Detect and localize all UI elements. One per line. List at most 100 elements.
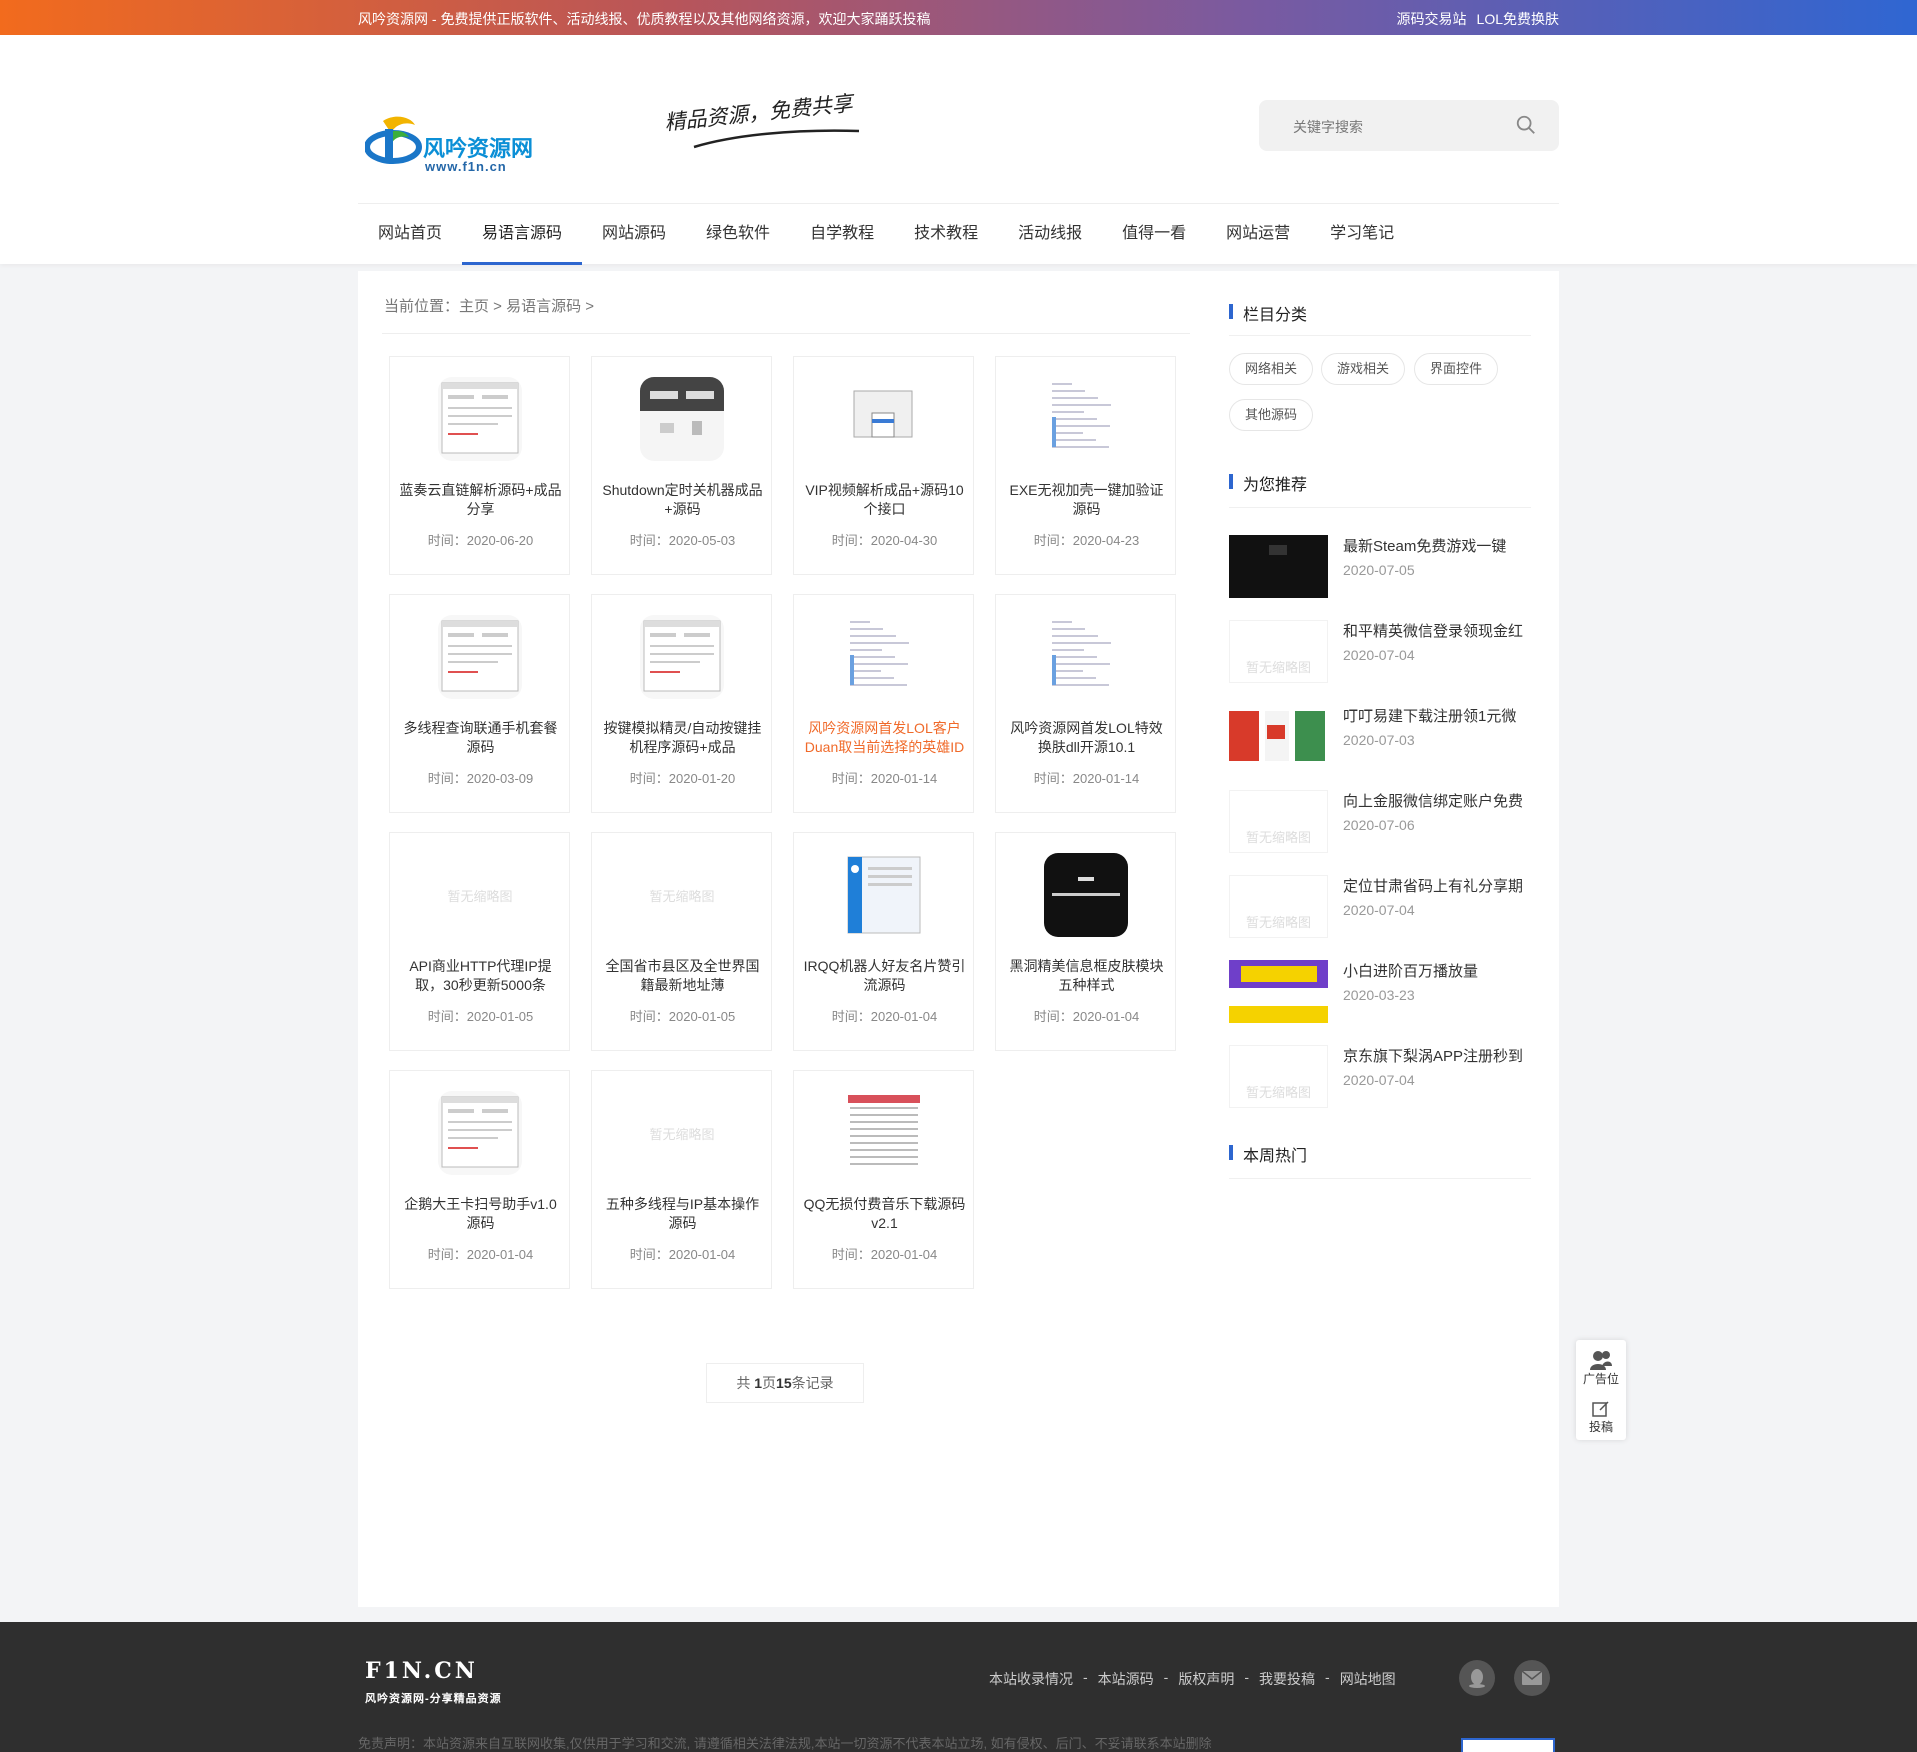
nav-item-4[interactable]: 自学教程: [790, 204, 894, 264]
recommend-title[interactable]: 小白进阶百万播放量: [1343, 960, 1531, 981]
post-card[interactable]: 暂无缩略图 五种多线程与IP基本操作源码 时间：2020-01-04: [591, 1070, 772, 1289]
post-title[interactable]: 企鹅大王卡扫号助手v1.0源码: [398, 1195, 563, 1233]
float-submit-button[interactable]: 投稿: [1576, 1400, 1626, 1435]
post-thumbnail[interactable]: [842, 615, 926, 699]
recommend-item[interactable]: 暂无缩略图 定位甘肃省码上有礼分享期 2020-07-04: [1229, 875, 1531, 943]
post-thumbnail[interactable]: [842, 853, 926, 937]
nav-item-1[interactable]: 易语言源码: [462, 204, 583, 265]
recommend-item[interactable]: 最新Steam免费游戏一键 2020-07-05: [1229, 535, 1531, 603]
recommend-item[interactable]: 暂无缩略图 向上金服微信绑定账户免费 2020-07-06: [1229, 790, 1531, 858]
post-card[interactable]: 风吟资源网首发LOL特效换肤dll开源10.1 时间：2020-01-14: [995, 594, 1176, 813]
slogan-swoosh: [693, 129, 860, 149]
post-title[interactable]: EXE无视加壳一键加验证源码: [1004, 481, 1169, 519]
nav-item-9[interactable]: 学习笔记: [1310, 204, 1414, 264]
post-title[interactable]: 蓝奏云直链解析源码+成品分享: [398, 481, 563, 519]
mail-icon[interactable]: [1514, 1660, 1550, 1696]
footer-link[interactable]: 我要投稿: [1259, 1669, 1315, 1689]
category-tag[interactable]: 界面控件: [1414, 353, 1499, 385]
post-title[interactable]: IRQQ机器人好友名片赞引流源码: [802, 957, 967, 995]
recommend-thumbnail[interactable]: [1229, 535, 1328, 598]
recommend-thumbnail[interactable]: 暂无缩略图: [1229, 790, 1328, 853]
recommend-title[interactable]: 最新Steam免费游戏一键: [1343, 535, 1531, 556]
nav-item-5[interactable]: 技术教程: [894, 204, 998, 264]
recommend-title[interactable]: 定位甘肃省码上有礼分享期: [1343, 875, 1531, 896]
recommend-thumbnail[interactable]: [1229, 705, 1328, 768]
footer-link[interactable]: 本站收录情况: [989, 1669, 1073, 1689]
post-card[interactable]: 企鹅大王卡扫号助手v1.0源码 时间：2020-01-04: [389, 1070, 570, 1289]
category-tag[interactable]: 网络相关: [1229, 353, 1314, 385]
post-thumbnail[interactable]: [842, 377, 926, 461]
recommend-thumbnail[interactable]: 暂无缩略图: [1229, 620, 1328, 683]
post-thumbnail[interactable]: [842, 1091, 926, 1175]
post-card[interactable]: 黑洞精美信息框皮肤模块五种样式 时间：2020-01-04: [995, 832, 1176, 1051]
post-thumbnail[interactable]: [640, 377, 724, 461]
footer-logo[interactable]: F1N.CN 风吟资源网-分享精品资源: [365, 1658, 502, 1706]
post-thumbnail[interactable]: [1044, 615, 1128, 699]
post-thumbnail[interactable]: 暂无缩略图: [640, 1091, 724, 1175]
recommend-thumbnail[interactable]: 暂无缩略图: [1229, 1045, 1328, 1108]
footer-link[interactable]: 本站源码: [1098, 1669, 1154, 1689]
post-title[interactable]: QQ无损付费音乐下载源码v2.1: [802, 1195, 967, 1233]
post-title[interactable]: Shutdown定时关机器成品+源码: [600, 481, 765, 519]
recommend-title[interactable]: 京东旗下梨涡APP注册秒到: [1343, 1045, 1531, 1066]
nav-item-6[interactable]: 活动线报: [998, 204, 1102, 264]
search-input[interactable]: 关键字搜索: [1293, 117, 1363, 137]
top-link-lol-skin[interactable]: LOL免费换肤: [1477, 9, 1559, 29]
post-thumbnail[interactable]: 暂无缩略图: [640, 853, 724, 937]
post-card[interactable]: IRQQ机器人好友名片赞引流源码 时间：2020-01-04: [793, 832, 974, 1051]
post-card[interactable]: 蓝奏云直链解析源码+成品分享 时间：2020-06-20: [389, 356, 570, 575]
category-tag[interactable]: 游戏相关: [1321, 353, 1406, 385]
post-card[interactable]: 风吟资源网首发LOL客户Duan取当前选择的英雄ID 时间：2020-01-14: [793, 594, 974, 813]
post-card[interactable]: 按键模拟精灵/自动按键挂机程序源码+成品 时间：2020-01-20: [591, 594, 772, 813]
nav-item-7[interactable]: 值得一看: [1102, 204, 1206, 264]
post-card[interactable]: 暂无缩略图 全国省市县区及全世界国籍最新地址薄 时间：2020-01-05: [591, 832, 772, 1051]
recommend-title[interactable]: 向上金服微信绑定账户免费: [1343, 790, 1531, 811]
recommend-title[interactable]: 和平精英微信登录领现金红: [1343, 620, 1531, 641]
post-card[interactable]: Shutdown定时关机器成品+源码 时间：2020-05-03: [591, 356, 772, 575]
post-thumbnail[interactable]: [640, 615, 724, 699]
footer-link[interactable]: 网站地图: [1340, 1669, 1396, 1689]
post-card[interactable]: EXE无视加壳一键加验证源码 时间：2020-04-23: [995, 356, 1176, 575]
post-thumbnail[interactable]: [1044, 853, 1128, 937]
post-title[interactable]: 黑洞精美信息框皮肤模块五种样式: [1004, 957, 1169, 995]
post-card[interactable]: VIP视频解析成品+源码10个接口 时间：2020-04-30: [793, 356, 974, 575]
nav-item-3[interactable]: 绿色软件: [686, 204, 790, 264]
recommend-item[interactable]: 小白进阶百万播放量 2020-03-23: [1229, 960, 1531, 1028]
recommend-item[interactable]: 暂无缩略图 和平精英微信登录领现金红 2020-07-04: [1229, 620, 1531, 688]
post-card[interactable]: 暂无缩略图 API商业HTTP代理IP提取，30秒更新5000条 时间：2020-0…: [389, 832, 570, 1051]
post-title[interactable]: API商业HTTP代理IP提取，30秒更新5000条: [398, 957, 563, 995]
search-box[interactable]: 关键字搜索: [1259, 100, 1559, 151]
post-thumbnail[interactable]: [438, 615, 522, 699]
footer-links: 本站收录情况 - 本站源码 - 版权声明 - 我要投稿 - 网站地图: [989, 1669, 1396, 1689]
post-card[interactable]: QQ无损付费音乐下载源码v2.1 时间：2020-01-04: [793, 1070, 974, 1289]
post-title[interactable]: 风吟资源网首发LOL客户Duan取当前选择的英雄ID: [802, 719, 967, 757]
post-title[interactable]: 全国省市县区及全世界国籍最新地址薄: [600, 957, 765, 995]
nav-item-0[interactable]: 网站首页: [358, 204, 462, 264]
recommend-thumbnail[interactable]: 暂无缩略图: [1229, 875, 1328, 938]
qq-icon[interactable]: [1459, 1660, 1495, 1696]
site-logo[interactable]: 风吟资源网 www.f1n.cn: [365, 91, 540, 181]
post-title[interactable]: VIP视频解析成品+源码10个接口: [802, 481, 967, 519]
post-title[interactable]: 五种多线程与IP基本操作源码: [600, 1195, 765, 1233]
recommend-item[interactable]: 叮叮易建下载注册领1元微 2020-07-03: [1229, 705, 1531, 773]
post-thumbnail[interactable]: 暂无缩略图: [438, 853, 522, 937]
post-thumbnail[interactable]: [438, 377, 522, 461]
nav-item-2[interactable]: 网站源码: [582, 204, 686, 264]
post-card[interactable]: 多线程查询联通手机套餐源码 时间：2020-03-09: [389, 594, 570, 813]
recommend-date: 2020-07-04: [1343, 1072, 1415, 1088]
top-link-source-market[interactable]: 源码交易站: [1397, 9, 1467, 29]
float-ad-button[interactable]: 广告位: [1576, 1350, 1626, 1387]
recommend-thumbnail[interactable]: [1229, 960, 1328, 1023]
sidebar-divider: [1229, 507, 1531, 508]
post-thumbnail[interactable]: [1044, 377, 1128, 461]
footer-link[interactable]: 版权声明: [1178, 1669, 1234, 1689]
recommend-item[interactable]: 暂无缩略图 京东旗下梨涡APP注册秒到 2020-07-04: [1229, 1045, 1531, 1113]
post-title[interactable]: 风吟资源网首发LOL特效换肤dll开源10.1: [1004, 719, 1169, 757]
nav-item-8[interactable]: 网站运营: [1206, 204, 1310, 264]
post-title[interactable]: 多线程查询联通手机套餐源码: [398, 719, 563, 757]
recommend-title[interactable]: 叮叮易建下载注册领1元微: [1343, 705, 1531, 726]
category-tag[interactable]: 其他源码: [1229, 399, 1314, 431]
post-title[interactable]: 按键模拟精灵/自动按键挂机程序源码+成品: [600, 719, 765, 757]
post-thumbnail[interactable]: [438, 1091, 522, 1175]
search-icon[interactable]: [1515, 114, 1537, 136]
